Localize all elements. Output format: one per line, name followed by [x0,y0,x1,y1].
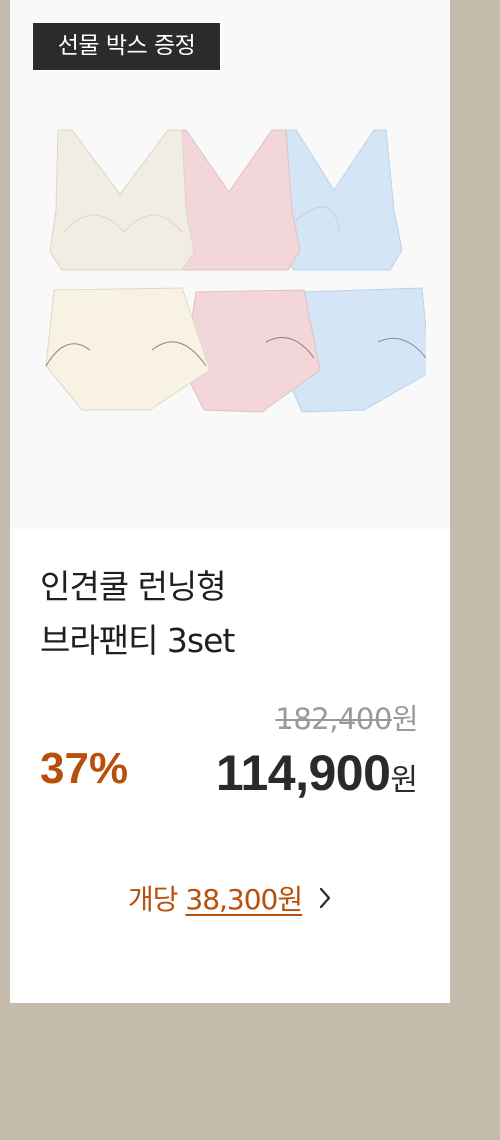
product-title[interactable]: 인견쿨 런닝형 브라팬티 3set [40,560,430,668]
original-price-unit: 원 [391,702,419,736]
gift-box-badge: 선물 박스 증정 [32,22,221,71]
unit-price-link[interactable]: 개당 38,300원 [10,878,450,918]
sale-price-unit: 원 [390,763,418,798]
chevron-right-icon [319,887,331,909]
product-image-area[interactable]: 선물 박스 증정 [10,0,450,529]
product-title-line2: 브라팬티 3set [40,621,235,660]
unit-price-prefix: 개당 [127,883,179,916]
original-price: 182,400원 [275,696,418,738]
original-price-value: 182,400 [275,702,392,736]
bra-panty-set-image [45,129,426,413]
sale-price-value: 114,900 [215,745,391,801]
ivory-bra [49,129,195,271]
sale-price: 114,900원 [216,744,418,802]
ivory-panty [45,287,211,411]
unit-price-amount: 38,300원 [185,883,303,916]
product-card[interactable]: 선물 박스 증정 인견쿨 런닝형 브라팬티 3set 182,400원 37% … [10,0,450,1003]
discount-rate: 37% [40,744,129,793]
product-title-line1: 인견쿨 런닝형 [40,567,227,606]
